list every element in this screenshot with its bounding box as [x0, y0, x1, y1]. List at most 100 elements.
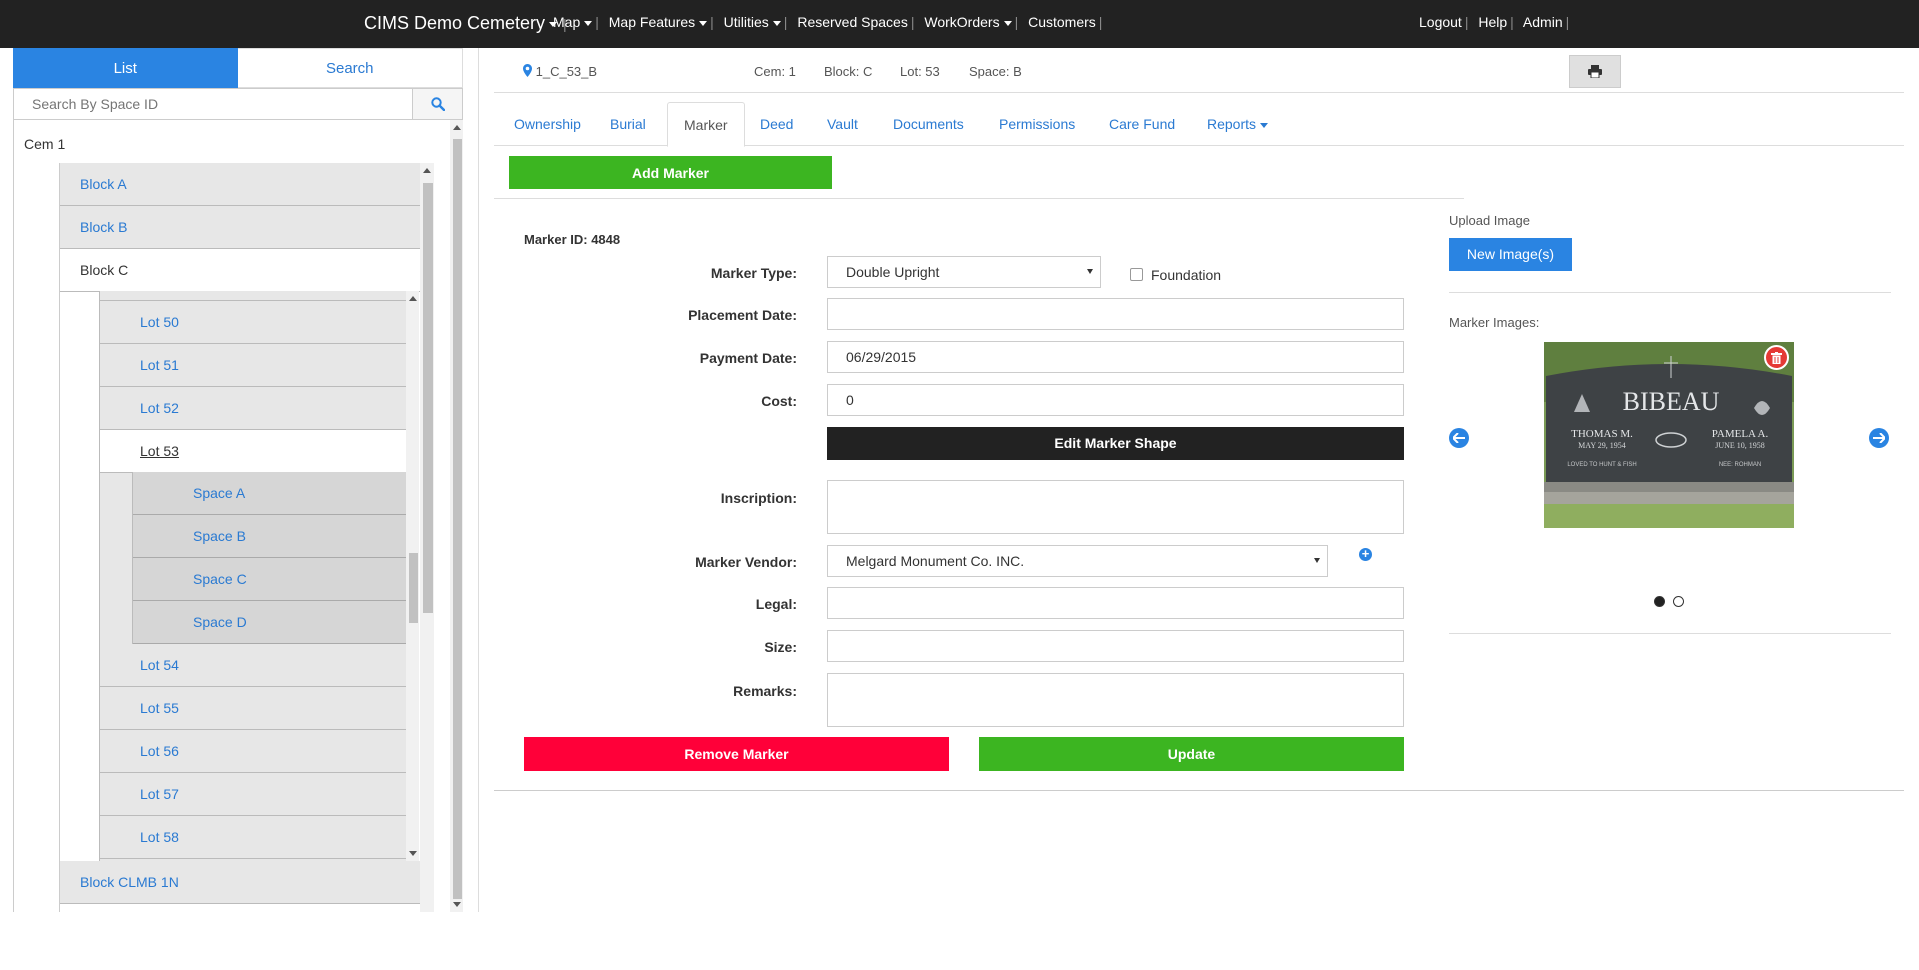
space-item[interactable]: Space B: [133, 515, 407, 558]
nav-right: Logout | Help | Admin |: [1419, 14, 1575, 30]
carousel-next-arrow-icon[interactable]: [1869, 428, 1889, 448]
block-item[interactable]: Block B: [60, 206, 434, 249]
top-navbar: CIMS Demo Cemetery | Map | Map Features | U…: [0, 0, 1919, 48]
size-label: Size:: [764, 639, 797, 655]
tab-vault[interactable]: Vault: [811, 102, 874, 146]
caret-icon: [772, 20, 781, 26]
search-button[interactable]: [412, 89, 462, 119]
new-images-button[interactable]: New Image(s): [1449, 238, 1572, 271]
space-id-search-input[interactable]: [14, 89, 412, 119]
record-tabs: Ownership Burial Marker Deed Vault Docum…: [494, 102, 1904, 147]
scroll-down-arrow-icon[interactable]: [409, 851, 417, 856]
headstone-left-date: MAY 29, 1954: [1578, 441, 1626, 450]
space-item[interactable]: Space C: [133, 558, 407, 601]
payment-date-input[interactable]: 06/29/2015: [827, 341, 1404, 373]
nav-help[interactable]: Help: [1478, 14, 1507, 30]
scroll-up-arrow-icon[interactable]: [453, 125, 461, 130]
carousel-dot-active[interactable]: [1654, 596, 1665, 607]
nav-admin[interactable]: Admin: [1523, 14, 1563, 30]
lot-item[interactable]: Lot 55: [100, 687, 419, 730]
print-button[interactable]: [1569, 55, 1621, 88]
nav-customers[interactable]: Customers: [1028, 14, 1096, 30]
map-marker-icon: [523, 64, 532, 77]
carousel-prev-arrow-icon[interactable]: [1449, 428, 1469, 448]
divider: [1449, 633, 1891, 634]
placement-date-input[interactable]: [827, 298, 1404, 330]
tree-root-cem[interactable]: Cem 1: [24, 136, 65, 152]
lot-item[interactable]: Lot 52: [100, 387, 419, 430]
lot-item-open[interactable]: Lot 53: [100, 430, 419, 473]
tab-care-fund[interactable]: Care Fund: [1093, 102, 1191, 146]
lot-scrollbar-thumb[interactable]: [409, 553, 418, 623]
size-input[interactable]: [827, 630, 1404, 662]
marker-type-select[interactable]: Double Upright: [827, 256, 1101, 288]
cost-input[interactable]: 0: [827, 384, 1404, 416]
block-info: Block: C: [824, 64, 873, 79]
lot-item[interactable]: Lot 58: [100, 816, 419, 859]
block-item[interactable]: Block CLMB 1N: [60, 861, 434, 904]
marker-vendor-value: Melgard Monument Co. INC.: [846, 553, 1025, 569]
space-item[interactable]: Space D: [133, 601, 407, 644]
separator: |: [1098, 14, 1103, 30]
divider: [494, 790, 1904, 791]
tab-marker[interactable]: Marker: [667, 102, 745, 147]
nav-map[interactable]: Map: [553, 14, 593, 30]
tab-burial[interactable]: Burial: [594, 102, 662, 146]
tab-permissions[interactable]: Permissions: [983, 102, 1091, 146]
nav-utilities[interactable]: Utilities: [724, 14, 781, 30]
space-info: Space: B: [969, 64, 1022, 79]
lot-item[interactable]: Lot 50: [100, 301, 419, 344]
nav-logout[interactable]: Logout: [1419, 14, 1462, 30]
block-scrollbar-thumb[interactable]: [423, 183, 433, 613]
tab-search[interactable]: Search: [237, 48, 463, 88]
space-item[interactable]: Space A: [133, 472, 407, 515]
tab-list[interactable]: List: [13, 48, 238, 88]
space-tree: Cem 1 Block A Block B Block C Lot 50 Lot…: [13, 120, 463, 912]
add-marker-button[interactable]: Add Marker: [509, 156, 832, 189]
tab-documents[interactable]: Documents: [877, 102, 980, 146]
tab-reports[interactable]: Reports: [1191, 102, 1284, 146]
edit-marker-shape-button[interactable]: Edit Marker Shape: [827, 427, 1404, 460]
inscription-textarea[interactable]: [827, 480, 1404, 534]
printer-icon: [1588, 65, 1602, 78]
nav-map-label: Map: [553, 14, 581, 30]
block-scrollbar[interactable]: [420, 163, 434, 912]
caret-icon: [699, 20, 708, 26]
nav-workorders[interactable]: WorkOrders: [924, 14, 1012, 30]
update-button[interactable]: Update: [979, 737, 1404, 771]
marker-images-label: Marker Images:: [1449, 315, 1540, 330]
marker-vendor-select[interactable]: Melgard Monument Co. INC.: [827, 545, 1328, 577]
headstone-right-date: JUNE 10, 1958: [1715, 441, 1765, 450]
legal-input[interactable]: [827, 587, 1404, 619]
tree-scrollbar[interactable]: [450, 120, 463, 912]
scroll-down-arrow-icon[interactable]: [453, 902, 461, 907]
foundation-label: Foundation: [1151, 267, 1222, 283]
block-item-open[interactable]: Block C: [60, 249, 434, 292]
nav-map-features-label: Map Features: [608, 14, 696, 30]
caret-icon: [1260, 122, 1269, 128]
foundation-checkbox[interactable]: [1130, 268, 1143, 281]
scroll-up-arrow-icon[interactable]: [423, 168, 431, 173]
lot-item[interactable]: Lot 54: [100, 644, 419, 687]
marker-photo[interactable]: BIBEAU THOMAS M. MAY 29, 1954 PAMELA A. …: [1544, 342, 1794, 528]
nav-map-features[interactable]: Map Features: [608, 14, 708, 30]
nav-reserved-spaces[interactable]: Reserved Spaces: [797, 14, 908, 30]
lot-item[interactable]: Lot 57: [100, 773, 419, 816]
lot-item[interactable]: Lot 56: [100, 730, 419, 773]
lot-info: Lot: 53: [900, 64, 940, 79]
carousel-dot[interactable]: [1673, 596, 1684, 607]
delete-image-button[interactable]: [1764, 345, 1789, 370]
block-item[interactable]: Block A: [60, 163, 434, 206]
add-vendor-plus-icon[interactable]: +: [1359, 547, 1372, 561]
tree-scrollbar-thumb[interactable]: [453, 139, 462, 899]
brand-dropdown[interactable]: CIMS Demo Cemetery |: [364, 13, 573, 34]
divider: [1449, 292, 1891, 293]
lot-scrollbar[interactable]: [406, 291, 419, 861]
tab-ownership[interactable]: Ownership: [498, 102, 597, 146]
remove-marker-button[interactable]: Remove Marker: [524, 737, 949, 771]
remarks-textarea[interactable]: [827, 673, 1404, 727]
scroll-up-arrow-icon[interactable]: [409, 296, 417, 301]
lot-item[interactable]: Lot 51: [100, 344, 419, 387]
headstone-right-name: PAMELA A.: [1712, 428, 1769, 440]
tab-deed[interactable]: Deed: [744, 102, 809, 146]
